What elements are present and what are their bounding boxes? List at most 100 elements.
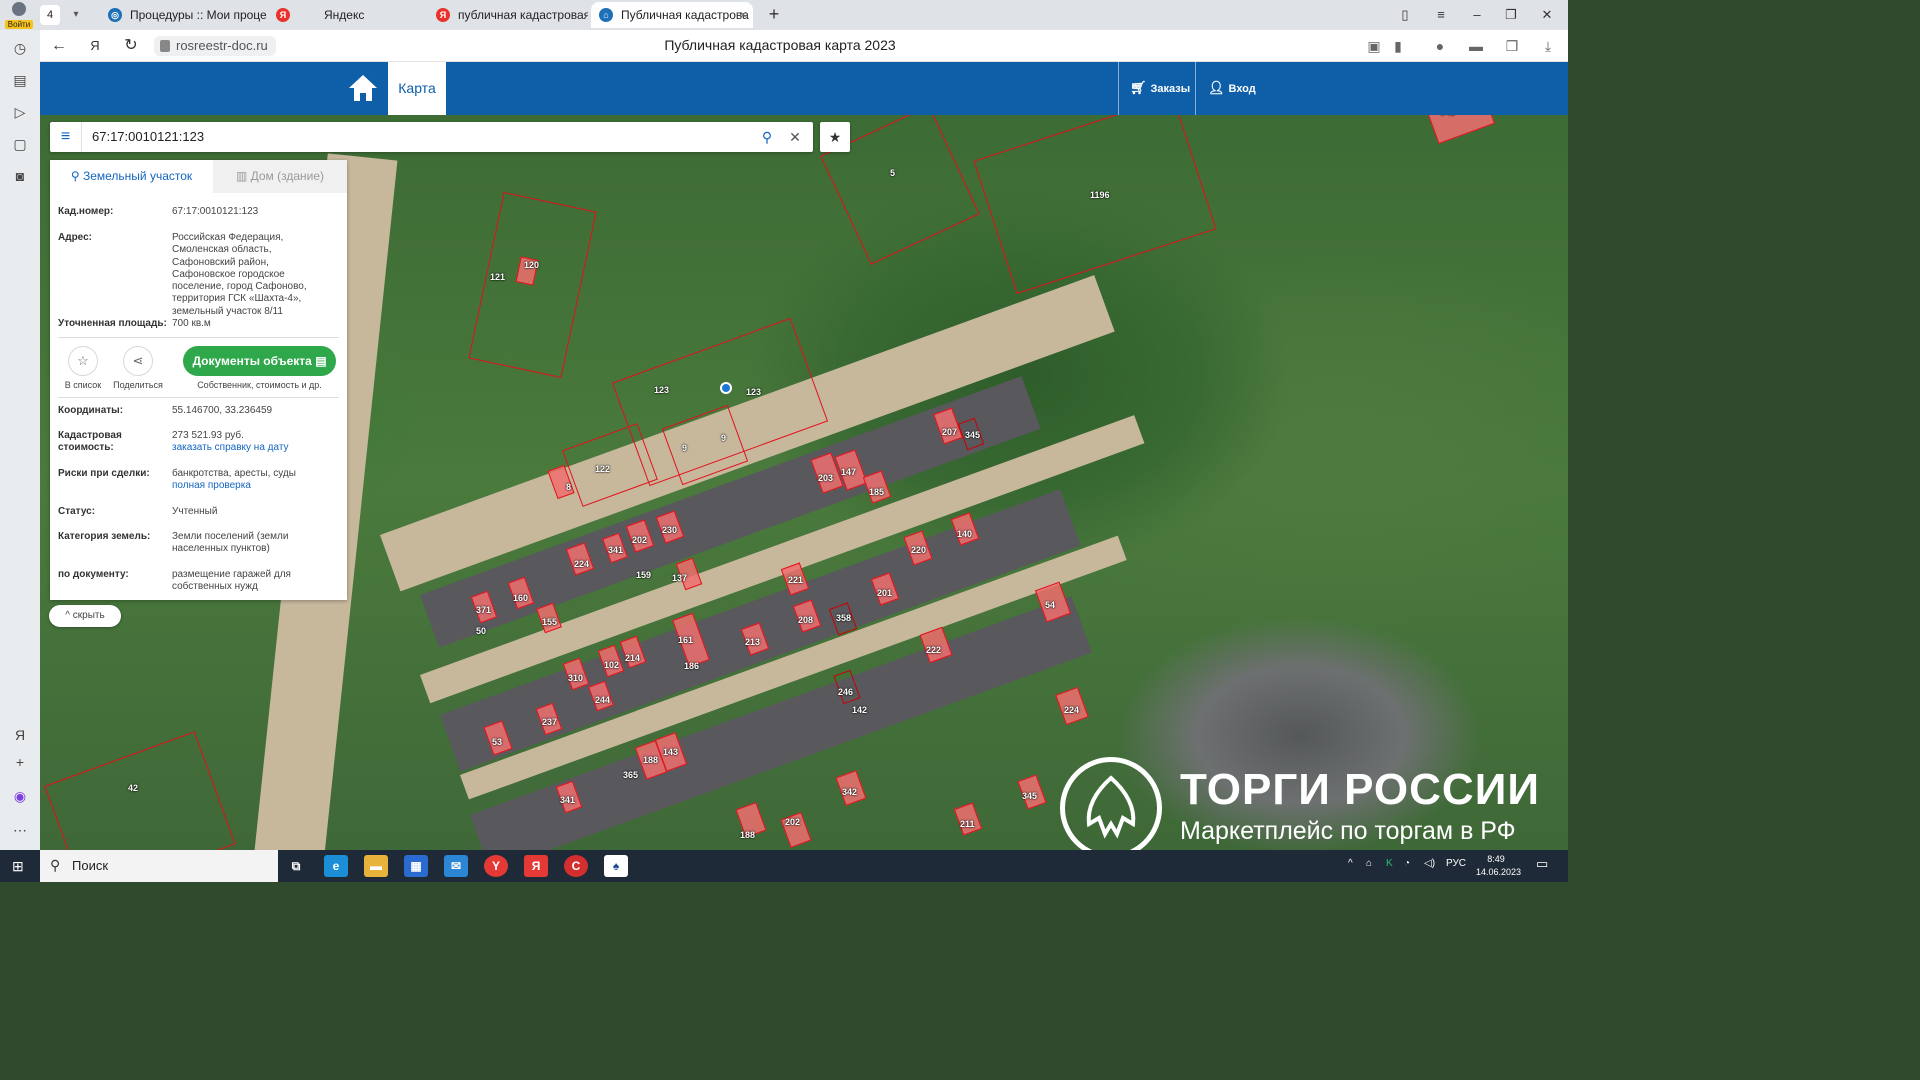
parcel-label: 9 (721, 433, 727, 443)
add-icon[interactable]: + (10, 752, 30, 772)
field-label: Статус: (58, 506, 96, 517)
location-marker[interactable] (720, 382, 732, 394)
parcel-label: 161 (678, 635, 694, 645)
tab-building[interactable]: ▥ Дом (здание) (213, 160, 347, 193)
windows-taskbar: ⊞ ⚲ Поиск ⧉ e ▬ ▦ ✉ Y Я C ♠ ^ ⌂ K ◔ ◁) Р… (0, 850, 1568, 882)
tab-title: Публичная кадастрова (621, 8, 749, 22)
url-field[interactable]: rosreestr-doc.ru (154, 36, 276, 56)
tab-search-cadastral[interactable]: Я публичная кадастровая к (428, 2, 588, 28)
yandex-browser-icon[interactable]: Y (484, 855, 508, 877)
parcel-label: 341 (560, 795, 576, 805)
chevron-up-icon[interactable]: ^ (1348, 858, 1353, 869)
more-icon[interactable]: ⋯ (10, 820, 30, 840)
close-icon[interactable]: × (739, 2, 747, 28)
tab-procedures[interactable]: ◎ Процедуры :: Мои проце (100, 2, 266, 28)
login-button[interactable]: 👤︎ Вход (1208, 80, 1256, 96)
bookmarks-icon[interactable]: ▯ (1394, 4, 1416, 26)
parcel-label: 222 (926, 645, 942, 655)
folder-icon[interactable]: ▬ (364, 855, 388, 877)
hamburger-menu-icon[interactable]: ≡ (50, 122, 82, 152)
parcel-label: 224 (574, 559, 590, 569)
hide-panel-button[interactable]: ^ скрыть (49, 605, 121, 627)
kaspersky-icon[interactable]: K (1386, 858, 1393, 869)
search-icon[interactable]: ⚲ (758, 128, 776, 146)
chevron-down-icon[interactable]: ▾ (66, 5, 86, 25)
app-c-icon[interactable]: C (564, 855, 588, 877)
history-icon[interactable]: ◷ (10, 38, 30, 58)
volume-icon[interactable]: ◁) (1424, 858, 1435, 869)
parcel-label: 137 (672, 573, 688, 583)
star-icon[interactable]: ☆ (68, 346, 98, 376)
close-window-icon[interactable]: ✕ (1536, 4, 1558, 26)
menu-icon[interactable]: ≡ (1430, 4, 1452, 26)
windows-start-icon[interactable]: ⊞ (12, 858, 28, 874)
order-certificate-link[interactable]: заказать справку на дату (172, 442, 289, 453)
yandex-icon[interactable]: Я (10, 725, 30, 745)
protect-icon[interactable]: ▬ (1466, 36, 1486, 56)
wifi-icon[interactable]: ◔ (1404, 858, 1410, 869)
tab-yandex[interactable]: Я Яндекс (268, 2, 428, 28)
solitaire-icon[interactable]: ♠ (604, 855, 628, 877)
parcel-42[interactable] (44, 731, 236, 850)
parcel-label: 188 (643, 755, 659, 765)
play-icon[interactable]: ▷ (10, 102, 30, 122)
extension-icon[interactable]: ● (1430, 36, 1450, 56)
cadastral-search-bar: ≡ 67:17:0010121:123 ⚲ ✕ (50, 122, 813, 152)
parcel-label: 202 (632, 535, 648, 545)
building-icon: ▥ (235, 169, 251, 183)
tab-cadastral-map[interactable]: ⌂ Публичная кадастрова × (591, 2, 753, 28)
reload-icon[interactable]: ↻ (120, 35, 142, 57)
mail-icon[interactable]: ✉ (444, 855, 468, 877)
parcel-label: 160 (513, 593, 529, 603)
clear-icon[interactable]: ✕ (786, 128, 804, 146)
object-documents-button[interactable]: Документы объекта ▤ (183, 346, 336, 376)
profile-button[interactable]: Войти (4, 2, 34, 29)
cad-number-link[interactable]: 67:17:0010121:123 (172, 206, 334, 218)
share-label: Поделиться (113, 380, 163, 390)
notifications-icon[interactable]: ▭ (1536, 856, 1548, 872)
parcel-label: 42 (128, 783, 139, 793)
restore-icon[interactable]: ❐ (1500, 4, 1522, 26)
parcel-label: 213 (745, 637, 761, 647)
tab-count-badge[interactable]: 4 (40, 5, 60, 25)
parcel-label: 147 (841, 467, 857, 477)
yandex-logo-icon[interactable]: Я (84, 35, 106, 57)
language-indicator[interactable]: РУС (1446, 858, 1466, 869)
cart-icon: 🛒︎ (1130, 80, 1147, 95)
notes-icon[interactable]: ▤ (10, 70, 30, 90)
network-icon[interactable]: ⌂ (1366, 858, 1372, 869)
new-tab-button[interactable]: + (764, 4, 784, 24)
minimize-icon[interactable]: – (1466, 4, 1488, 26)
parcel-ne[interactable] (1424, 115, 1496, 145)
back-arrow-icon[interactable]: ← (48, 35, 70, 57)
parcel-label: 310 (568, 673, 584, 683)
parcel-label: 221 (788, 575, 804, 585)
land-category-value: Земли поселений (земли населенных пункто… (172, 531, 289, 555)
tab-map[interactable]: Карта (388, 62, 446, 115)
parcel-label: 211 (960, 819, 975, 829)
bookmark-icon[interactable]: ▮ (1388, 36, 1408, 56)
search-input[interactable]: 67:17:0010121:123 (92, 129, 204, 144)
favorite-star-button[interactable]: ★ (820, 122, 850, 152)
taskbar-search[interactable]: ⚲ Поиск (40, 850, 278, 882)
tab-title: Яндекс (324, 8, 365, 22)
home-icon[interactable] (346, 72, 380, 104)
tab-land-plot[interactable]: ⚲ Земельный участок (50, 160, 213, 193)
collections-icon[interactable]: ❒ (1502, 36, 1522, 56)
store-icon[interactable]: ▦ (404, 855, 428, 877)
parcel-label: 358 (836, 613, 852, 623)
clock[interactable]: 8:49 14.06.2023 (1476, 853, 1521, 879)
share-icon[interactable]: ⋖ (123, 346, 153, 376)
orders-button[interactable]: 🛒︎ Заказы (1130, 80, 1190, 96)
edge-icon[interactable]: e (324, 855, 348, 877)
task-view-icon[interactable]: ⧉ (284, 855, 308, 877)
screenshot-icon[interactable]: ◙ (10, 166, 30, 186)
tabs-count-icon[interactable]: ▣ (1364, 36, 1384, 56)
counter-icon[interactable]: ▢ (10, 134, 30, 154)
alice-icon[interactable]: ◉ (10, 786, 30, 806)
download-icon[interactable]: ⤓ (1538, 36, 1558, 56)
parcel-1196[interactable] (973, 115, 1217, 295)
tab-title: публичная кадастровая к (458, 8, 588, 22)
full-check-link[interactable]: полная проверка (172, 480, 251, 491)
yandex-icon[interactable]: Я (524, 855, 548, 877)
